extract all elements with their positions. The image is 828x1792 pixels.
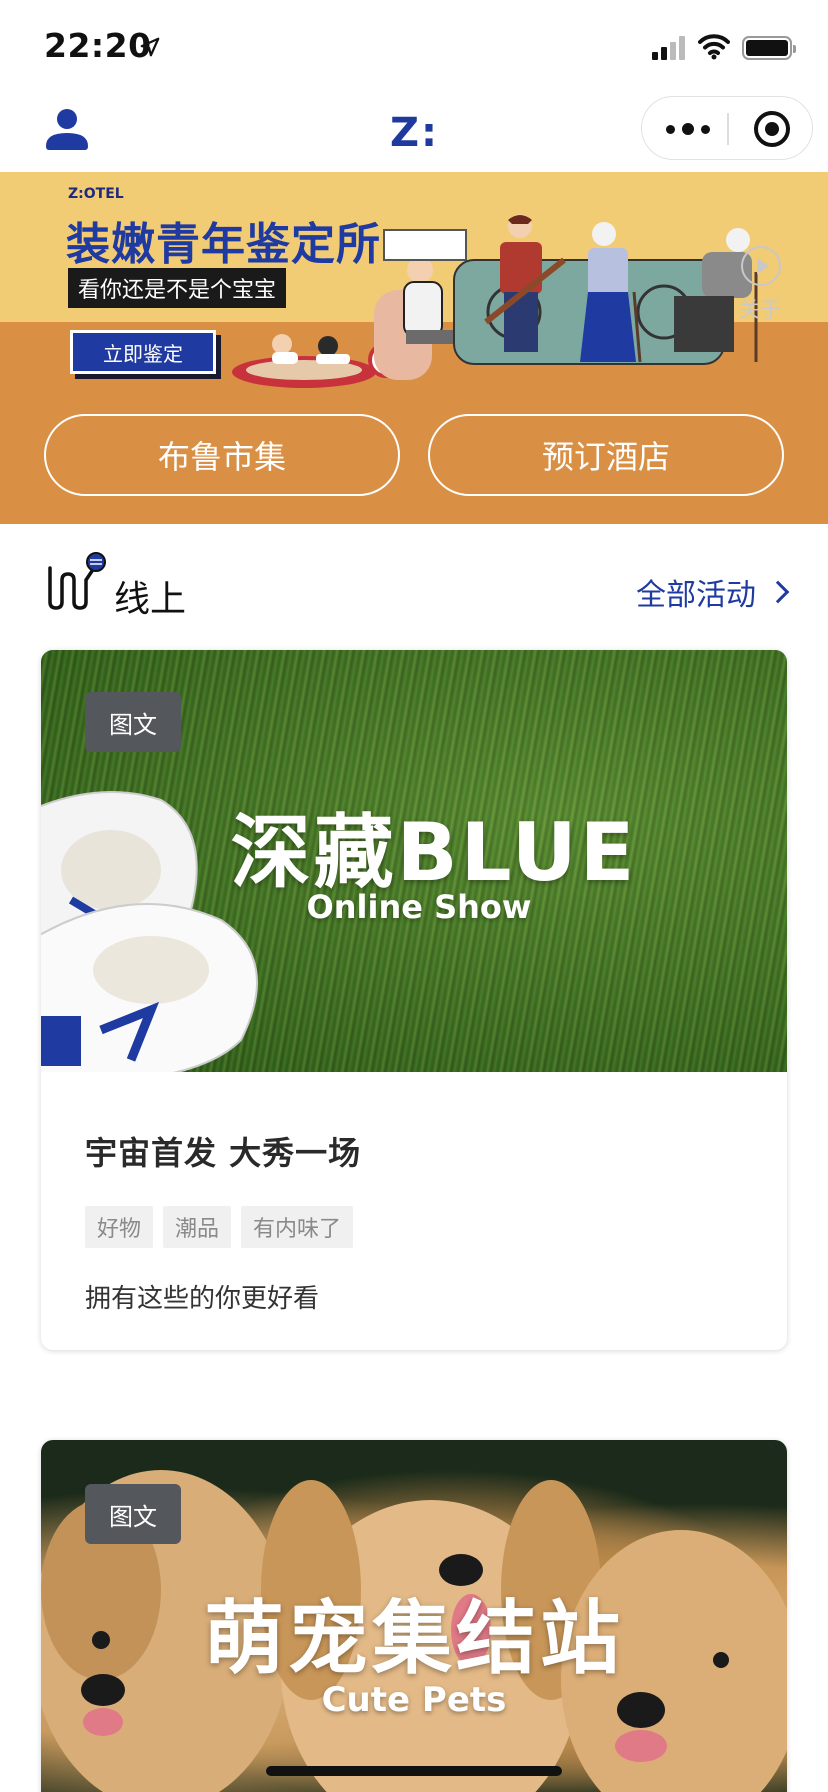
card-tags: 好物 潮品 有内味了	[85, 1206, 743, 1248]
home-indicator	[266, 1766, 562, 1776]
card-body: 宇宙首发 大秀一场 好物 潮品 有内味了 拥有这些的你更好看	[41, 1072, 787, 1315]
card-tag: 潮品	[163, 1206, 232, 1248]
view-all-link[interactable]: 全部活动	[636, 570, 790, 614]
card-image-title: 深藏BLUE	[230, 806, 638, 899]
wifi-icon	[698, 34, 730, 60]
app-logo: Z:	[390, 110, 439, 156]
card-image-subtitle: Online Show	[306, 888, 532, 926]
content-type-tag: 图文	[85, 1484, 181, 1544]
online-section-icon	[48, 552, 106, 610]
banner-brand: Z:OTEL	[68, 186, 124, 202]
section-header: 线上 全部活动	[0, 540, 828, 620]
book-hotel-button[interactable]: 预订酒店	[428, 414, 784, 496]
card-title[interactable]: 宇宙首发 大秀一场	[85, 1128, 743, 1174]
card-description: 拥有这些的你更好看	[85, 1284, 320, 1314]
close-target-icon[interactable]	[754, 111, 790, 147]
more-icon[interactable]	[666, 115, 710, 143]
section-title: 线上	[114, 579, 187, 620]
card-tag: 有内味了	[241, 1206, 354, 1248]
chevron-right-icon[interactable]	[766, 580, 790, 604]
mini-program-capsule	[641, 96, 813, 160]
banner-illustration	[232, 214, 758, 388]
capsule-divider	[727, 113, 729, 145]
card-image[interactable]: 图文 深藏BLUE Online Show	[41, 650, 787, 1072]
profile-icon[interactable]	[44, 106, 90, 152]
activity-card[interactable]: 图文 深藏BLUE Online Show 宇宙首发 大秀一场 好物 潮品 有内…	[41, 650, 787, 1350]
card-tag: 好物	[85, 1206, 154, 1248]
about-play-icon[interactable]	[741, 246, 781, 286]
view-all-label[interactable]: 全部活动	[636, 570, 756, 614]
card-image-subtitle: Cute Pets	[321, 1680, 507, 1720]
battery-icon	[742, 36, 796, 60]
activity-card[interactable]: 图文 萌宠集结站 Cute Pets	[41, 1440, 787, 1792]
about-label[interactable]: 关于	[739, 294, 781, 324]
banner-cta-button[interactable]: 立即鉴定	[70, 330, 216, 374]
location-arrow-icon	[140, 37, 160, 57]
nav-bar: Z:	[0, 96, 828, 172]
cellular-signal-icon	[652, 36, 688, 60]
status-time: 22:20	[44, 26, 152, 65]
status-bar: 22:20	[0, 0, 828, 96]
card-image[interactable]: 图文 萌宠集结站 Cute Pets	[41, 1440, 787, 1792]
promo-banner[interactable]: Z:OTEL 装嫩青年鉴定所 看你还是不是个宝宝 立即鉴定 关于 布鲁市集 预订…	[0, 172, 828, 524]
market-button[interactable]: 布鲁市集	[44, 414, 400, 496]
content-type-tag: 图文	[85, 692, 181, 752]
card-image-title: 萌宠集结站	[204, 1592, 624, 1685]
